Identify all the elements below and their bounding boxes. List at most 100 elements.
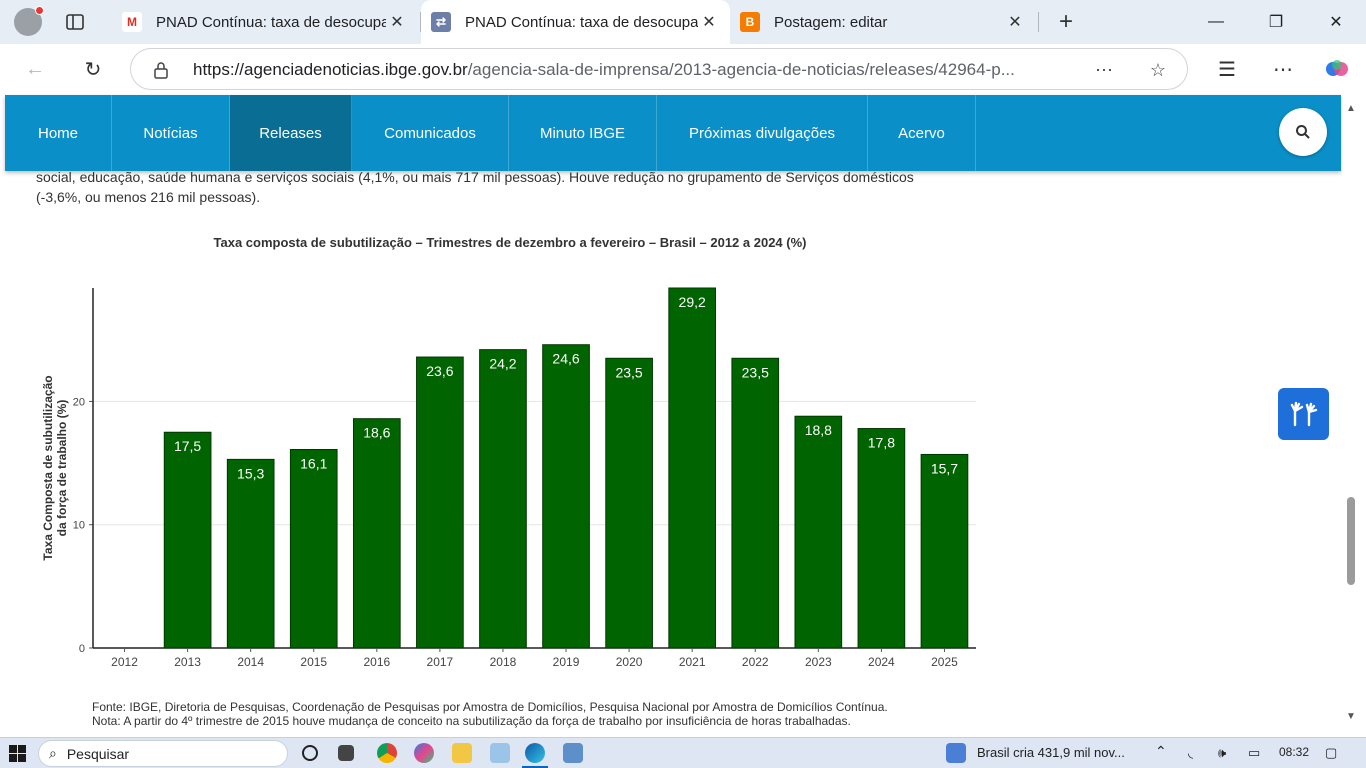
notification-dot (35, 6, 44, 15)
lock-icon[interactable] (151, 60, 171, 80)
bar (605, 357, 653, 649)
close-tab-icon[interactable]: ✕ (386, 11, 408, 33)
x-tick-label: 2021 (679, 655, 706, 669)
back-button[interactable]: ← (22, 56, 48, 82)
tab-pnad-1[interactable]: M PNAD Contínua: taxa de desocupação ✕ (112, 0, 418, 44)
news-widget-icon[interactable] (946, 743, 966, 763)
tab-strip: M PNAD Contínua: taxa de desocupação ✕ ⇄… (0, 0, 1366, 44)
bar (668, 287, 717, 649)
source-note: Fonte: IBGE, Diretoria de Pesquisas, Coo… (92, 700, 888, 714)
search-icon (1296, 125, 1310, 139)
volume-icon[interactable]: 🕪 (1218, 745, 1226, 761)
taskbar-search[interactable]: ⌕ Pesquisar (38, 740, 288, 767)
x-tick-label: 2025 (931, 655, 958, 669)
y-axis-label: Taxa Composta de subutilização (41, 375, 55, 560)
bar (416, 356, 464, 649)
data-label: 17,8 (868, 435, 895, 451)
battery-icon[interactable]: ▭ (1248, 745, 1260, 761)
data-label: 18,6 (363, 425, 390, 441)
scroll-up-arrow-icon[interactable]: ▲ (1346, 103, 1356, 114)
nav-minuto-ibge[interactable]: Minuto IBGE (509, 95, 657, 171)
gmail-icon: M (122, 12, 142, 32)
x-tick-label: 2018 (490, 655, 517, 669)
x-tick-label: 2014 (237, 655, 264, 669)
data-label: 18,8 (805, 422, 832, 438)
tab-title: PNAD Contínua: taxa de desocupação (156, 13, 386, 31)
x-tick-label: 2024 (868, 655, 895, 669)
data-label: 17,5 (174, 438, 201, 454)
url-path: /agencia-sala-de-imprensa/2013-agencia-d… (467, 60, 1015, 79)
paragraph-line: social, educação, saúde humana e serviço… (36, 171, 914, 185)
nav-acervo[interactable]: Acervo (868, 95, 976, 171)
app-window-icon[interactable] (563, 743, 583, 763)
notepad-icon[interactable] (490, 743, 510, 763)
settings-more-icon[interactable]: ⋯ (1270, 56, 1296, 82)
wifi-icon[interactable]: ◟ (1188, 745, 1193, 761)
task-view-icon[interactable] (302, 745, 318, 761)
screen: M PNAD Contínua: taxa de desocupação ✕ ⇄… (0, 0, 1366, 768)
tab-pnad-2[interactable]: ⇄ PNAD Contínua: taxa de desocupação ✕ (421, 0, 730, 44)
favorites-list-icon[interactable]: ☰ (1214, 56, 1240, 82)
bar (794, 415, 843, 649)
article-paragraph: social, educação, saúde humana e serviço… (36, 171, 956, 207)
data-label: 29,2 (679, 294, 706, 310)
x-tick-label: 2019 (553, 655, 580, 669)
x-tick-label: 2017 (427, 655, 454, 669)
bar (857, 428, 906, 649)
y-tick-label: 10 (73, 520, 85, 532)
address-bar[interactable]: https://agenciadenoticias.ibge.gov.br/ag… (130, 48, 1188, 90)
close-tab-icon[interactable]: ✕ (698, 11, 720, 33)
favorite-star-icon[interactable]: ☆ (1147, 59, 1169, 81)
search-icon: ⌕ (49, 745, 57, 761)
close-window-button[interactable]: ✕ (1306, 0, 1366, 44)
accessibility-libras-button[interactable] (1278, 388, 1329, 440)
bar-chart: 0 10 20 2012 17,5 2013 15,3 2014 16,1 2015 18,6 201… (41, 287, 976, 669)
nav-noticias[interactable]: Notícias (112, 95, 230, 171)
ibge-page-icon: ⇄ (431, 12, 451, 32)
more-options-icon[interactable]: ⋯ (1093, 59, 1115, 81)
nav-home[interactable]: Home (5, 95, 112, 171)
nav-proximas-divulgacoes[interactable]: Próximas divulgações (657, 95, 868, 171)
notifications-icon[interactable]: ▢ (1325, 745, 1337, 761)
tab-postagem[interactable]: B Postagem: editar ✕ (730, 0, 1036, 44)
new-tab-button[interactable]: + (1052, 8, 1080, 36)
profile-avatar[interactable] (14, 6, 44, 36)
edge-icon[interactable] (525, 743, 545, 763)
tab-title: PNAD Contínua: taxa de desocupação (465, 13, 698, 31)
y-tick-label: 20 (73, 396, 85, 408)
chevron-up-icon[interactable]: ⌃ (1155, 743, 1167, 760)
clock-time[interactable]: 08:32 (1279, 745, 1309, 759)
bar (226, 458, 275, 649)
x-tick-label: 2012 (111, 655, 138, 669)
nav-comunicados[interactable]: Comunicados (352, 95, 509, 171)
x-tick-label: 2016 (363, 655, 390, 669)
maximize-button[interactable]: ❐ (1246, 0, 1306, 44)
data-label: 15,7 (931, 460, 958, 476)
scroll-down-arrow-icon[interactable]: ▼ (1346, 711, 1356, 722)
widgets-icon[interactable] (338, 745, 354, 761)
data-label: 23,5 (615, 364, 642, 380)
bar (920, 453, 969, 649)
site-search-button[interactable] (1279, 108, 1327, 156)
toolbar: ← ↻ https://agenciadenoticias.ibge.gov.b… (0, 44, 1366, 94)
tab-separator (1038, 12, 1039, 32)
x-tick-label: 2020 (616, 655, 643, 669)
y-tick-label: 0 (79, 643, 85, 655)
minimize-button[interactable]: — (1186, 0, 1246, 44)
y-axis-label: da força de trabalho (%) (55, 400, 69, 537)
copilot-taskbar-icon[interactable] (414, 743, 434, 763)
reload-button[interactable]: ↻ (80, 56, 106, 82)
chrome-icon[interactable] (377, 743, 397, 763)
windows-start-icon[interactable] (9, 745, 26, 762)
nav-releases[interactable]: Releases (230, 95, 352, 171)
page-scrollbar[interactable]: ▲ ▼ (1342, 95, 1366, 737)
scrollbar-thumb[interactable] (1347, 497, 1355, 585)
close-tab-icon[interactable]: ✕ (1004, 11, 1026, 33)
x-tick-label: 2022 (742, 655, 769, 669)
url-host: https://agenciadenoticias.ibge.gov.br (193, 60, 468, 79)
bar (163, 431, 212, 649)
news-headline[interactable]: Brasil cria 431,9 mil nov... (977, 745, 1125, 760)
file-explorer-icon[interactable] (452, 743, 472, 763)
tab-actions-icon[interactable] (64, 11, 86, 33)
copilot-icon[interactable] (1324, 56, 1350, 82)
